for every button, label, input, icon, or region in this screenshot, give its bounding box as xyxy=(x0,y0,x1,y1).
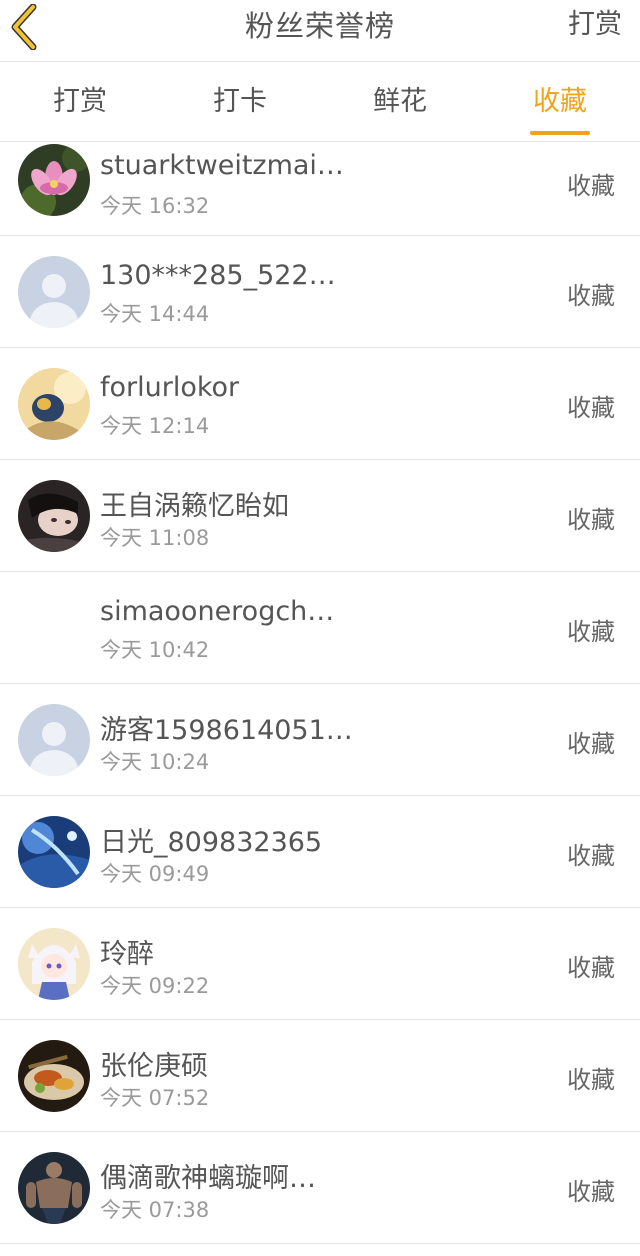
timestamp: 今天 07:52 xyxy=(100,1086,210,1110)
timestamp: 今天 11:08 xyxy=(100,526,210,550)
timestamp: 今天 07:38 xyxy=(100,1198,210,1222)
tab-bar: 打赏 打卡 鲜花 收藏 xyxy=(0,62,640,142)
user-name: 偶滴歌神螭璇啊… xyxy=(100,1163,316,1194)
user-name: 张伦庚硕 xyxy=(100,1051,208,1082)
favorite-label: 收藏 xyxy=(567,172,615,200)
timestamp: 今天 09:49 xyxy=(100,862,210,886)
avatar[interactable] xyxy=(18,1152,90,1224)
avatar[interactable] xyxy=(18,816,90,888)
user-name: simaoonerogch… xyxy=(100,596,335,627)
avatar[interactable] xyxy=(18,256,90,328)
avatar[interactable] xyxy=(18,480,90,552)
favorite-label: 收藏 xyxy=(567,394,615,422)
favorite-label: 收藏 xyxy=(567,506,615,534)
fan-list: stuarktweitzmai… 今天 16:32 收藏 130***285_5… xyxy=(0,142,640,1244)
list-item[interactable]: 王自涡籁忆眙如 今天 11:08 收藏 xyxy=(0,460,640,572)
list-item[interactable]: 游客1598614051… 今天 10:24 收藏 xyxy=(0,684,640,796)
favorite-label: 收藏 xyxy=(567,1178,615,1206)
timestamp: 今天 09:22 xyxy=(100,974,210,998)
avatar[interactable] xyxy=(18,1040,90,1112)
list-item[interactable]: 130***285_522… 今天 14:44 收藏 xyxy=(0,236,640,348)
user-name: 130***285_522… xyxy=(100,260,336,291)
favorite-label: 收藏 xyxy=(567,842,615,870)
favorite-label: 收藏 xyxy=(567,618,615,646)
portrait-avatar-icon xyxy=(18,480,90,552)
avatar[interactable] xyxy=(18,144,90,216)
timestamp: 今天 16:32 xyxy=(100,194,210,218)
avatar[interactable] xyxy=(18,368,90,440)
tab-underline xyxy=(530,131,590,135)
tab-favorites[interactable]: 收藏 xyxy=(480,62,640,141)
timestamp: 今天 14:44 xyxy=(100,302,210,326)
tab-reward[interactable]: 打赏 xyxy=(0,62,160,141)
list-item[interactable]: 偶滴歌神螭璇啊… 今天 07:38 收藏 xyxy=(0,1132,640,1244)
user-name: 王自涡籁忆眙如 xyxy=(100,491,289,522)
list-item[interactable]: 张伦庚硕 今天 07:52 收藏 xyxy=(0,1020,640,1132)
top-nav-bar: 粉丝荣誉榜 打赏 xyxy=(0,0,640,62)
list-item[interactable]: simaoonerogch… 今天 10:42 收藏 xyxy=(0,572,640,684)
blue-fantasy-avatar-icon xyxy=(18,816,90,888)
muscle-man-avatar-icon xyxy=(18,1152,90,1224)
tab-label: 打赏 xyxy=(53,86,107,117)
anime-girl-avatar-icon xyxy=(18,928,90,1000)
tab-label: 收藏 xyxy=(533,86,587,117)
default-user-icon xyxy=(18,256,90,328)
page-title: 粉丝荣誉榜 xyxy=(244,9,395,43)
reward-button[interactable]: 打赏 xyxy=(568,0,622,54)
favorite-label: 收藏 xyxy=(567,282,615,310)
user-name: 日光_809832365 xyxy=(100,827,323,858)
user-name: forlurlokor xyxy=(100,372,240,403)
avatar[interactable] xyxy=(18,928,90,1000)
list-item[interactable]: 玲醉 今天 09:22 收藏 xyxy=(0,908,640,1020)
timestamp: 今天 12:14 xyxy=(100,414,210,438)
painting-avatar-icon xyxy=(18,368,90,440)
timestamp: 今天 10:24 xyxy=(100,750,210,774)
list-item[interactable]: forlurlokor 今天 12:14 收藏 xyxy=(0,348,640,460)
user-name: stuarktweitzmai… xyxy=(100,150,344,181)
tab-label: 鲜花 xyxy=(373,86,427,117)
list-item[interactable]: stuarktweitzmai… 今天 16:32 收藏 xyxy=(0,142,640,236)
avatar[interactable] xyxy=(18,592,90,664)
user-name: 游客1598614051… xyxy=(100,715,353,746)
favorite-label: 收藏 xyxy=(567,954,615,982)
list-item[interactable]: 日光_809832365 今天 09:49 收藏 xyxy=(0,796,640,908)
tab-checkin[interactable]: 打卡 xyxy=(160,62,320,141)
default-user-icon xyxy=(18,704,90,776)
favorite-label: 收藏 xyxy=(567,730,615,758)
favorite-label: 收藏 xyxy=(567,1066,615,1094)
lotus-avatar-icon xyxy=(18,144,90,216)
tab-flowers[interactable]: 鲜花 xyxy=(320,62,480,141)
user-name: 玲醉 xyxy=(100,939,154,970)
timestamp: 今天 10:42 xyxy=(100,638,210,662)
avatar[interactable] xyxy=(18,704,90,776)
food-avatar-icon xyxy=(18,1040,90,1112)
tab-label: 打卡 xyxy=(213,86,267,117)
